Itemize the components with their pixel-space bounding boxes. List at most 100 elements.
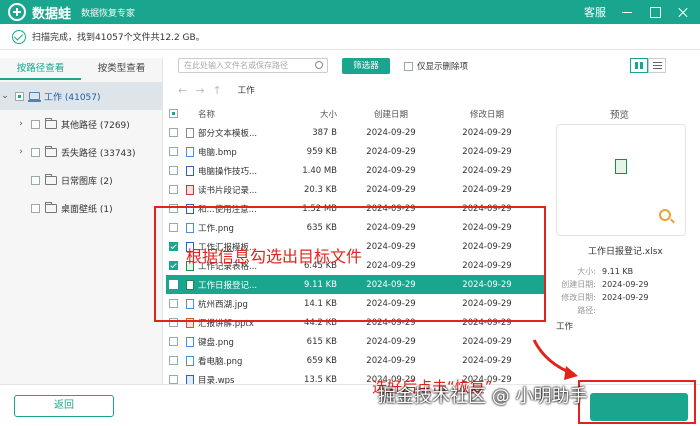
col-size[interactable]: 大小 [270,108,345,120]
meta-key: 路径: [577,306,596,315]
tree-checkbox[interactable] [31,119,40,129]
meta-key: 创建日期: [561,280,596,289]
breadcrumb: ← → ↑ 工作 [168,80,698,100]
img-file-icon [186,336,194,347]
tab-by-type[interactable]: 按类型查看 [81,58,162,80]
row-name: 看电脑.png [198,356,243,367]
scan-status-text: 扫描完成，找到41057个文件共12.2 GB。 [32,33,205,43]
tree-item-label: 工作 (41057) [44,92,101,103]
row-name: 键盘.png [198,337,234,348]
tree-checkbox[interactable] [31,147,40,157]
tree-item-work[interactable]: ⌄ 工作 (41057) [0,82,162,110]
only-deleted-checkbox[interactable] [404,61,413,71]
filter-button[interactable]: 筛选器 [342,58,390,74]
row-name-cell: 电脑.bmp [180,146,270,158]
row-checkbox[interactable] [168,375,178,384]
row-checkbox[interactable] [168,128,178,137]
tree-item-label: 丢失路径 (33743) [61,148,136,159]
row-checkbox[interactable] [168,185,178,194]
annotation-box-recover [578,380,696,424]
xlsx-file-icon [615,159,627,174]
select-all-checkbox[interactable] [168,109,178,118]
chevron-right-icon[interactable]: › [16,147,26,157]
table-row[interactable]: 电脑操作技巧... 1.40 MB 2024-09-29 2024-09-29 [166,161,544,180]
row-checkbox[interactable] [168,147,178,156]
folder-icon [45,145,57,157]
row-checkbox[interactable] [168,337,178,346]
maximize-icon[interactable] [648,5,662,19]
row-created: 2024-09-29 [366,146,416,157]
up-arrow-icon[interactable]: ↑ [212,84,221,97]
forward-arrow-icon[interactable]: → [195,84,204,97]
tree-item-other-paths[interactable]: › 其他路径 (7269) [0,110,162,138]
table-row[interactable]: 键盘.png 615 KB 2024-09-29 2024-09-29 [166,332,544,351]
grid-view-icon[interactable] [630,58,648,73]
table-row[interactable]: 看电脑.png 659 KB 2024-09-29 2024-09-29 [166,351,544,370]
row-created: 2024-09-29 [366,127,416,138]
annotation-arrow-icon [532,339,578,380]
row-modified: 2024-09-29 [462,355,512,366]
row-size: 13.5 KB [303,374,337,385]
app-subtitle: 数据恢复专家 [81,8,136,19]
table-row[interactable]: 电脑.bmp 959 KB 2024-09-29 2024-09-29 [166,142,544,161]
tree-checkbox[interactable] [31,203,40,213]
tree-item-daily-gallery[interactable]: 日常图库 (2) [0,166,162,194]
view-mode-switch [630,58,666,73]
col-created[interactable]: 创建日期 [345,108,437,120]
back-button[interactable]: 返回 [14,395,114,417]
only-deleted-label: 仅显示删除项 [417,62,469,72]
row-name-cell: 读书片段记录... [180,184,270,196]
row-created: 2024-09-29 [366,165,416,176]
view-tabs: 按路径查看 按类型查看 [0,58,162,80]
breadcrumb-path: 工作 [237,86,255,96]
folder-icon [45,201,57,213]
meta-value: 2024-09-29 [602,293,649,302]
row-name: 电脑.bmp [198,147,237,158]
magnifier-icon[interactable] [659,209,671,221]
row-modified: 2024-09-29 [462,336,512,347]
tree-checkbox[interactable] [31,175,40,185]
preview-box [556,124,686,236]
left-pane: 按路径查看 按类型查看 ⌄ 工作 (41057) › 其他路径 (7269) ›… [0,58,163,384]
row-modified: 2024-09-29 [462,184,512,195]
annotation-text-select: 根据信息勾选出目标文件 [186,247,363,266]
preview-meta: 大小: 9.11 KB 创建日期: 2024-09-29 修改日期: 2024-09-… [556,265,649,317]
list-view-icon[interactable] [648,58,666,73]
tree-checkbox[interactable] [15,91,24,101]
table-row[interactable]: 读书片段记录... 20.3 KB 2024-09-29 2024-09-29 [166,180,544,199]
tree-item-label: 桌面壁纸 (1) [61,204,113,215]
minimize-icon[interactable] [620,5,634,19]
logo-icon [8,3,26,21]
row-name: 电脑操作技巧... [198,166,258,177]
row-checkbox[interactable] [168,356,178,365]
meta-value: 9.11 KB [602,267,634,276]
app-name: 数据蛙 [32,6,72,22]
img-file-icon [186,355,194,366]
col-modified[interactable]: 修改日期 [437,108,537,120]
tree-item-wallpapers[interactable]: 桌面壁纸 (1) [0,194,162,222]
tree-item-label: 日常图库 (2) [61,176,113,187]
search-placeholder: 在此处输入文件名或保存路径 [184,61,288,70]
preview-filename: 工作日报登记.xlsx [588,247,663,257]
customer-service-link[interactable]: 客服 [584,4,606,20]
close-icon[interactable] [676,5,690,19]
col-name[interactable]: 名称 [180,108,270,120]
table-row[interactable]: 部分文本模板... 387 B 2024-09-29 2024-09-29 [166,123,544,142]
row-checkbox[interactable] [168,166,178,175]
chevron-down-icon[interactable]: ⌄ [0,91,10,101]
tree-item-lost-paths[interactable]: › 丢失路径 (33743) [0,138,162,166]
preview-path-value: 工作 [556,322,574,332]
row-name-cell: 键盘.png [180,336,270,348]
back-arrow-icon[interactable]: ← [178,84,187,97]
file-file-icon [186,127,194,138]
row-size: 615 KB [306,336,337,347]
chevron-right-icon[interactable]: › [16,119,26,129]
app-logo: 数据蛙 数据恢复专家 [8,3,135,22]
search-input[interactable]: 在此处输入文件名或保存路径 [178,58,328,73]
scan-status-bar: 扫描完成，找到41057个文件共12.2 GB。 [0,24,700,50]
search-icon[interactable] [315,61,323,69]
tab-by-path[interactable]: 按路径查看 [0,58,81,80]
only-deleted-toggle[interactable]: 仅显示删除项 [404,60,468,72]
meta-key: 大小: [577,267,596,276]
table-header: 名称 大小 创建日期 修改日期 [166,104,544,123]
